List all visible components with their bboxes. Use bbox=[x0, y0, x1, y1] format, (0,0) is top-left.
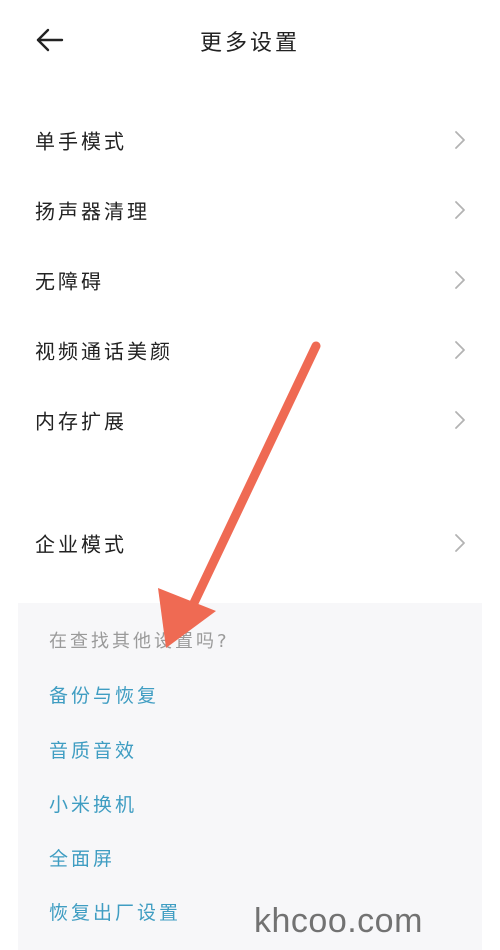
settings-item-label: 无障碍 bbox=[35, 269, 104, 294]
related-link-mi-mover[interactable]: 小米换机 bbox=[49, 790, 137, 817]
settings-item-memory-extension[interactable]: 内存扩展 bbox=[0, 390, 500, 450]
chevron-right-icon bbox=[455, 201, 465, 219]
settings-item-label: 企业模式 bbox=[35, 532, 127, 557]
related-link-sound-effects[interactable]: 音质音效 bbox=[49, 736, 137, 763]
settings-item-label: 单手模式 bbox=[35, 129, 127, 154]
more-settings-screen: 更多设置 单手模式 扬声器清理 无障碍 视频通话美颜 内存扩展 企业模式 在查找… bbox=[0, 0, 500, 950]
chevron-right-icon bbox=[455, 131, 465, 149]
settings-item-video-call-beauty[interactable]: 视频通话美颜 bbox=[0, 320, 500, 380]
related-settings-panel: 在查找其他设置吗? 备份与恢复 音质音效 小米换机 全面屏 恢复出厂设置 bbox=[18, 603, 482, 950]
related-settings-prompt: 在查找其他设置吗? bbox=[49, 631, 230, 652]
related-link-backup-restore[interactable]: 备份与恢复 bbox=[49, 681, 159, 708]
chevron-right-icon bbox=[455, 411, 465, 429]
settings-item-label: 内存扩展 bbox=[35, 409, 127, 434]
chevron-right-icon bbox=[455, 341, 465, 359]
settings-item-accessibility[interactable]: 无障碍 bbox=[0, 250, 500, 310]
settings-item-label: 视频通话美颜 bbox=[35, 339, 173, 364]
watermark: khcoo.com bbox=[254, 902, 423, 940]
settings-item-speaker-cleaning[interactable]: 扬声器清理 bbox=[0, 180, 500, 240]
page-title: 更多设置 bbox=[199, 31, 300, 56]
chevron-right-icon bbox=[455, 271, 465, 289]
related-link-factory-reset[interactable]: 恢复出厂设置 bbox=[49, 898, 181, 925]
settings-item-one-handed-mode[interactable]: 单手模式 bbox=[0, 110, 500, 170]
settings-item-enterprise-mode[interactable]: 企业模式 bbox=[0, 513, 500, 573]
chevron-right-icon bbox=[455, 534, 465, 552]
header: 更多设置 bbox=[0, 0, 500, 80]
related-link-full-screen[interactable]: 全面屏 bbox=[49, 844, 115, 871]
settings-item-label: 扬声器清理 bbox=[35, 199, 150, 224]
